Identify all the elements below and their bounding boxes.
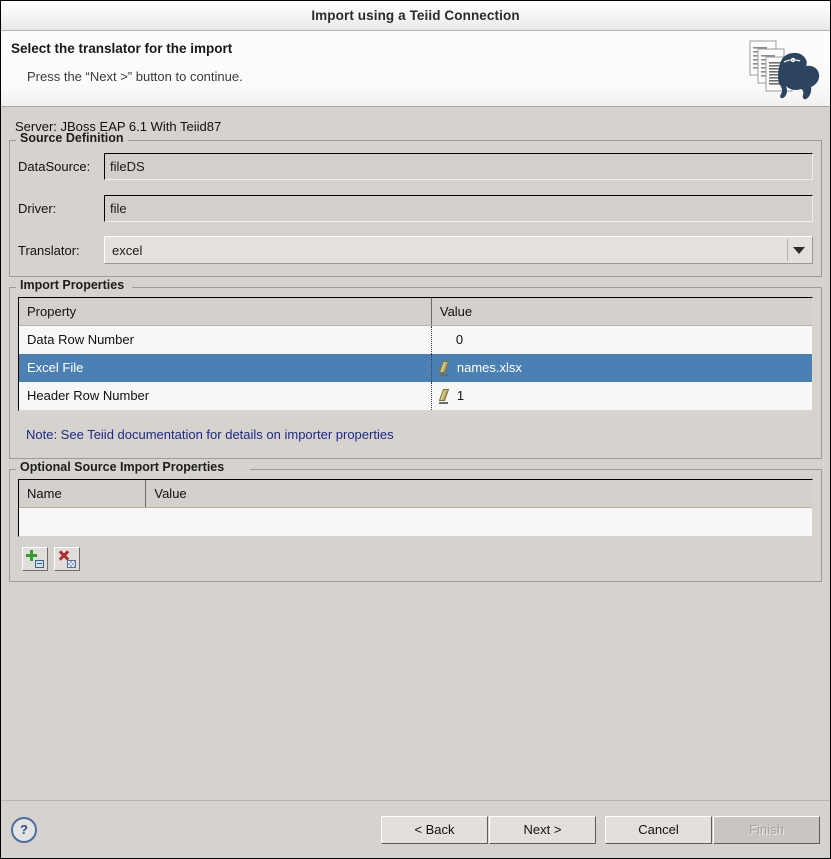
translator-combo[interactable]: excel bbox=[104, 236, 813, 264]
finish-button: Finish bbox=[713, 815, 820, 844]
translator-row: Translator: excel bbox=[18, 236, 813, 264]
dialog-titlebar: Import using a Teiid Connection bbox=[1, 1, 830, 31]
cell-value-text: 0 bbox=[455, 332, 464, 347]
dialog-body: Server: JBoss EAP 6.1 With Teiid87 Sourc… bbox=[1, 107, 830, 800]
import-properties-group: Import Properties Property Value Data Ro… bbox=[9, 278, 822, 459]
cell-value[interactable]: names.xlsx bbox=[430, 354, 812, 382]
datasource-field: fileDS bbox=[104, 152, 813, 180]
property-box-icon bbox=[35, 560, 44, 568]
optional-properties-legend: Optional Source Import Properties bbox=[17, 460, 228, 474]
back-button[interactable]: < Back bbox=[381, 815, 488, 844]
datasource-label: DataSource: bbox=[18, 158, 91, 174]
optional-properties-table-wrap: Name Value bbox=[18, 479, 813, 537]
optional-properties-table: Name Value bbox=[19, 480, 812, 536]
import-properties-table: Property Value Data Row Number 0 Excel F… bbox=[19, 298, 812, 410]
server-label: Server: JBoss EAP 6.1 With Teiid87 bbox=[15, 119, 222, 134]
source-definition-legend: Source Definition bbox=[17, 131, 127, 145]
translator-label: Translator: bbox=[18, 242, 80, 258]
source-definition-group: Source Definition DataSource: fileDS Dri… bbox=[9, 131, 822, 277]
driver-field: file bbox=[104, 194, 813, 222]
column-header-name[interactable]: Name bbox=[19, 480, 146, 508]
cell-property: Data Row Number bbox=[19, 325, 432, 354]
import-properties-table-wrap: Property Value Data Row Number 0 Excel F… bbox=[18, 297, 813, 411]
teiid-documents-dinosaur-logo-icon bbox=[749, 40, 820, 100]
banner-subtitle: Press the “Next >” button to continue. bbox=[27, 69, 243, 84]
cancel-button[interactable]: Cancel bbox=[605, 815, 712, 844]
cell-value-text: names.xlsx bbox=[456, 360, 522, 375]
dialog-footer: ? < Back Next > Cancel Finish bbox=[1, 800, 830, 858]
cell-value[interactable]: 0 bbox=[430, 325, 812, 354]
property-grid-icon bbox=[67, 560, 76, 568]
wizard-button-group: < Back Next > Cancel Finish bbox=[381, 815, 820, 844]
driver-row: Driver: file bbox=[18, 194, 813, 222]
table-header-row: Property Value bbox=[19, 298, 812, 326]
add-property-button[interactable] bbox=[22, 547, 48, 571]
dialog-title: Import using a Teiid Connection bbox=[311, 8, 520, 23]
table-row[interactable]: Data Row Number 0 bbox=[19, 325, 812, 354]
cell-property: Excel File bbox=[19, 354, 432, 382]
pencil-icon[interactable] bbox=[438, 389, 452, 404]
cell-value-text: 1 bbox=[456, 388, 465, 403]
help-question-icon[interactable]: ? bbox=[11, 816, 37, 843]
optional-properties-toolbar bbox=[22, 547, 813, 571]
table-row[interactable]: Excel File names.xlsx bbox=[19, 354, 812, 382]
column-header-property[interactable]: Property bbox=[19, 298, 432, 326]
table-row[interactable]: Header Row Number 1 bbox=[19, 382, 812, 410]
column-header-value[interactable]: Value bbox=[145, 480, 812, 508]
optional-source-import-properties-group: Optional Source Import Properties Name V… bbox=[9, 460, 822, 582]
import-properties-legend: Import Properties bbox=[17, 278, 128, 292]
remove-property-button[interactable] bbox=[54, 547, 80, 571]
wizard-banner: Select the translator for the import Pre… bbox=[1, 31, 830, 107]
next-button[interactable]: Next > bbox=[489, 815, 596, 844]
banner-title: Select the translator for the import bbox=[11, 41, 233, 56]
driver-label: Driver: bbox=[18, 200, 57, 216]
cell-property: Header Row Number bbox=[19, 382, 432, 410]
importer-properties-note: Note: See Teiid documentation for detail… bbox=[26, 427, 394, 442]
cell-value[interactable]: 1 bbox=[430, 382, 812, 410]
table-header-row: Name Value bbox=[19, 480, 812, 508]
datasource-row: DataSource: fileDS bbox=[18, 152, 813, 180]
empty-table-body bbox=[19, 507, 812, 536]
pencil-icon[interactable] bbox=[438, 361, 452, 376]
column-header-value[interactable]: Value bbox=[430, 298, 812, 326]
translator-combo-value: excel bbox=[112, 242, 143, 258]
chevron-down-icon[interactable] bbox=[787, 239, 810, 261]
import-teiid-connection-dialog: Import using a Teiid Connection Select t… bbox=[0, 0, 831, 859]
